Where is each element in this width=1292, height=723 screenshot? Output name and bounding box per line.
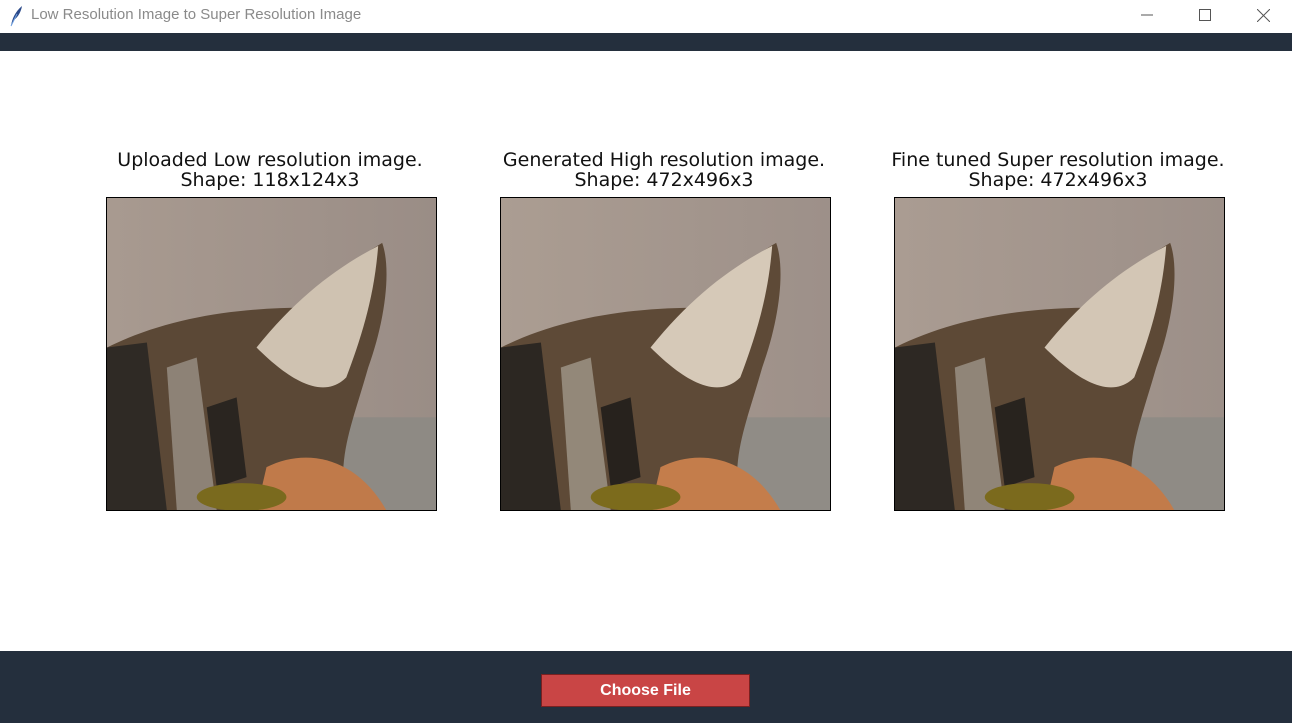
footer-bar: Choose File (0, 651, 1292, 723)
high-res-image (500, 197, 831, 511)
cat-ear-image (895, 198, 1224, 510)
low-res-title: Uploaded Low resolution image. (117, 149, 423, 171)
super-res-shape: Shape: 472x496x3 (968, 169, 1148, 191)
super-res-image (894, 197, 1225, 511)
high-res-shape: Shape: 472x496x3 (574, 169, 754, 191)
maximize-icon (1199, 9, 1211, 21)
close-icon (1256, 8, 1270, 22)
minimize-button[interactable] (1118, 0, 1176, 30)
low-res-caption: Uploaded Low resolution image. Shape: 11… (90, 150, 450, 190)
super-res-caption: Fine tuned Super resolution image. Shape… (878, 150, 1238, 190)
low-res-shape: Shape: 118x124x3 (180, 169, 360, 191)
title-bar: Low Resolution Image to Super Resolution… (0, 0, 1292, 33)
header-band (0, 33, 1292, 51)
choose-file-button[interactable]: Choose File (541, 674, 750, 707)
low-res-image (106, 197, 437, 511)
cat-ear-image (107, 198, 436, 510)
super-res-title: Fine tuned Super resolution image. (891, 149, 1225, 171)
minimize-icon (1141, 14, 1153, 16)
close-button[interactable] (1234, 0, 1292, 30)
cat-ear-image (501, 198, 830, 510)
feather-icon (10, 6, 22, 27)
high-res-caption: Generated High resolution image. Shape: … (484, 150, 844, 190)
window-title: Low Resolution Image to Super Resolution… (31, 6, 362, 23)
low-res-panel: Uploaded Low resolution image. Shape: 11… (90, 150, 450, 511)
super-res-panel: Fine tuned Super resolution image. Shape… (878, 150, 1238, 511)
high-res-panel: Generated High resolution image. Shape: … (484, 150, 844, 511)
high-res-title: Generated High resolution image. (502, 149, 826, 171)
maximize-button[interactable] (1176, 0, 1234, 30)
